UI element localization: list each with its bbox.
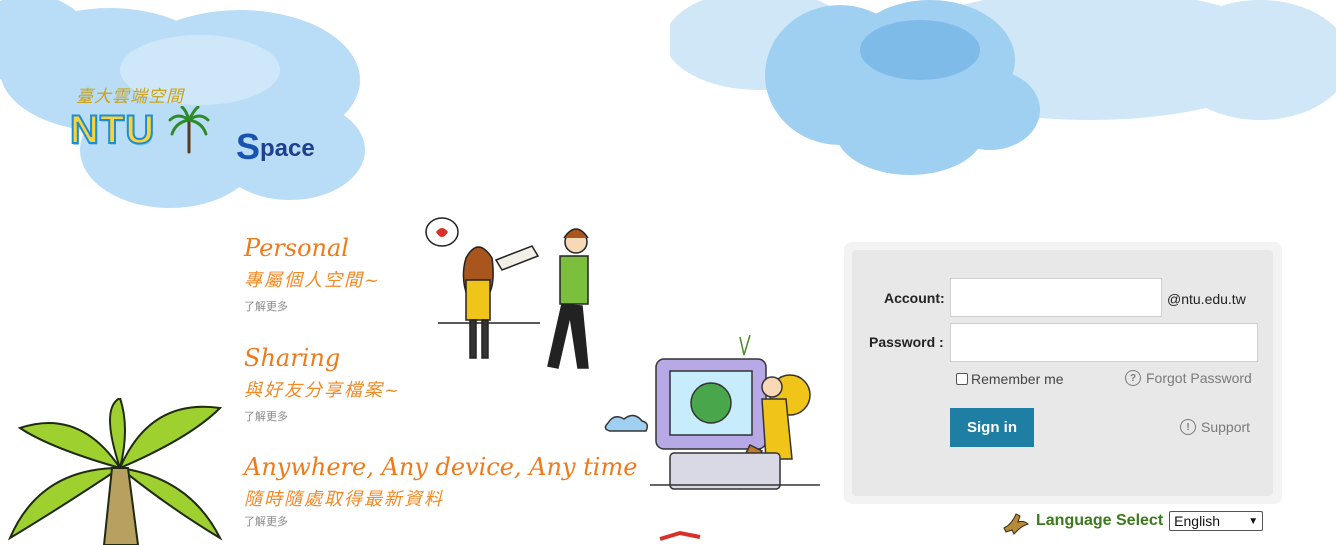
language-select-area: Language Select English ▼ [1000,506,1264,536]
feature-personal-title: Personal [244,234,349,262]
feature-sharing-title: Sharing [244,344,341,372]
feature-anywhere-more-link[interactable]: 了解更多 [244,513,288,529]
telescope-couple-illustration [425,217,589,369]
computer-user-illustration [604,335,820,490]
feature-sharing-subtitle: 與好友分享檔案~ [244,380,402,401]
password-label: Password : [869,334,944,350]
logo-chinese-text: 臺大雲端空間 [76,87,184,107]
logo-ntu-text: NTU [69,107,156,153]
forgot-password-label: Forgot Password [1146,370,1252,386]
language-dropdown[interactable]: English ▼ [1169,511,1264,531]
feature-anywhere-title: Anywhere, Any device, Any time [244,453,638,481]
palm-tree-icon [168,106,210,154]
remember-me-label: Remember me [971,371,1064,387]
feature-anywhere-subtitle: 隨時隨處取得最新資料 [244,489,444,510]
chevron-down-icon: ▼ [1248,515,1259,527]
password-input[interactable] [950,323,1258,362]
feature-personal-more-link[interactable]: 了解更多 [244,298,288,314]
account-label: Account: [884,290,945,306]
forgot-password-link[interactable]: ? Forgot Password [1125,370,1252,386]
remember-me-checkbox[interactable]: Remember me [956,371,1064,387]
sign-in-button[interactable]: Sign in [950,408,1034,447]
logo-space-rest: pace [260,135,315,162]
account-domain-suffix: @ntu.edu.tw [1167,291,1246,307]
feature-sharing-more-link[interactable]: 了解更多 [244,408,288,424]
bird-icon [1003,513,1029,535]
ntu-space-logo[interactable]: 臺大雲端空間 NTU Space [69,82,360,167]
forgot-password-icon: ? [1125,370,1141,386]
cloud-right-decoration [670,0,1336,175]
checkbox-box[interactable] [956,373,968,385]
support-label: Support [1201,419,1251,435]
bottom-peek-illustration [659,530,701,541]
account-input[interactable] [950,278,1162,317]
banana-tree-illustration [7,398,223,545]
logo-space-initial: S [236,126,261,167]
support-link[interactable]: ! Support [1180,419,1250,435]
language-selected-value: English [1174,513,1221,529]
logo-space-text: Space [236,126,315,168]
language-select-label: Language Select [1036,512,1164,529]
support-icon: ! [1180,419,1196,435]
feature-personal-subtitle: 專屬個人空間~ [244,270,382,291]
